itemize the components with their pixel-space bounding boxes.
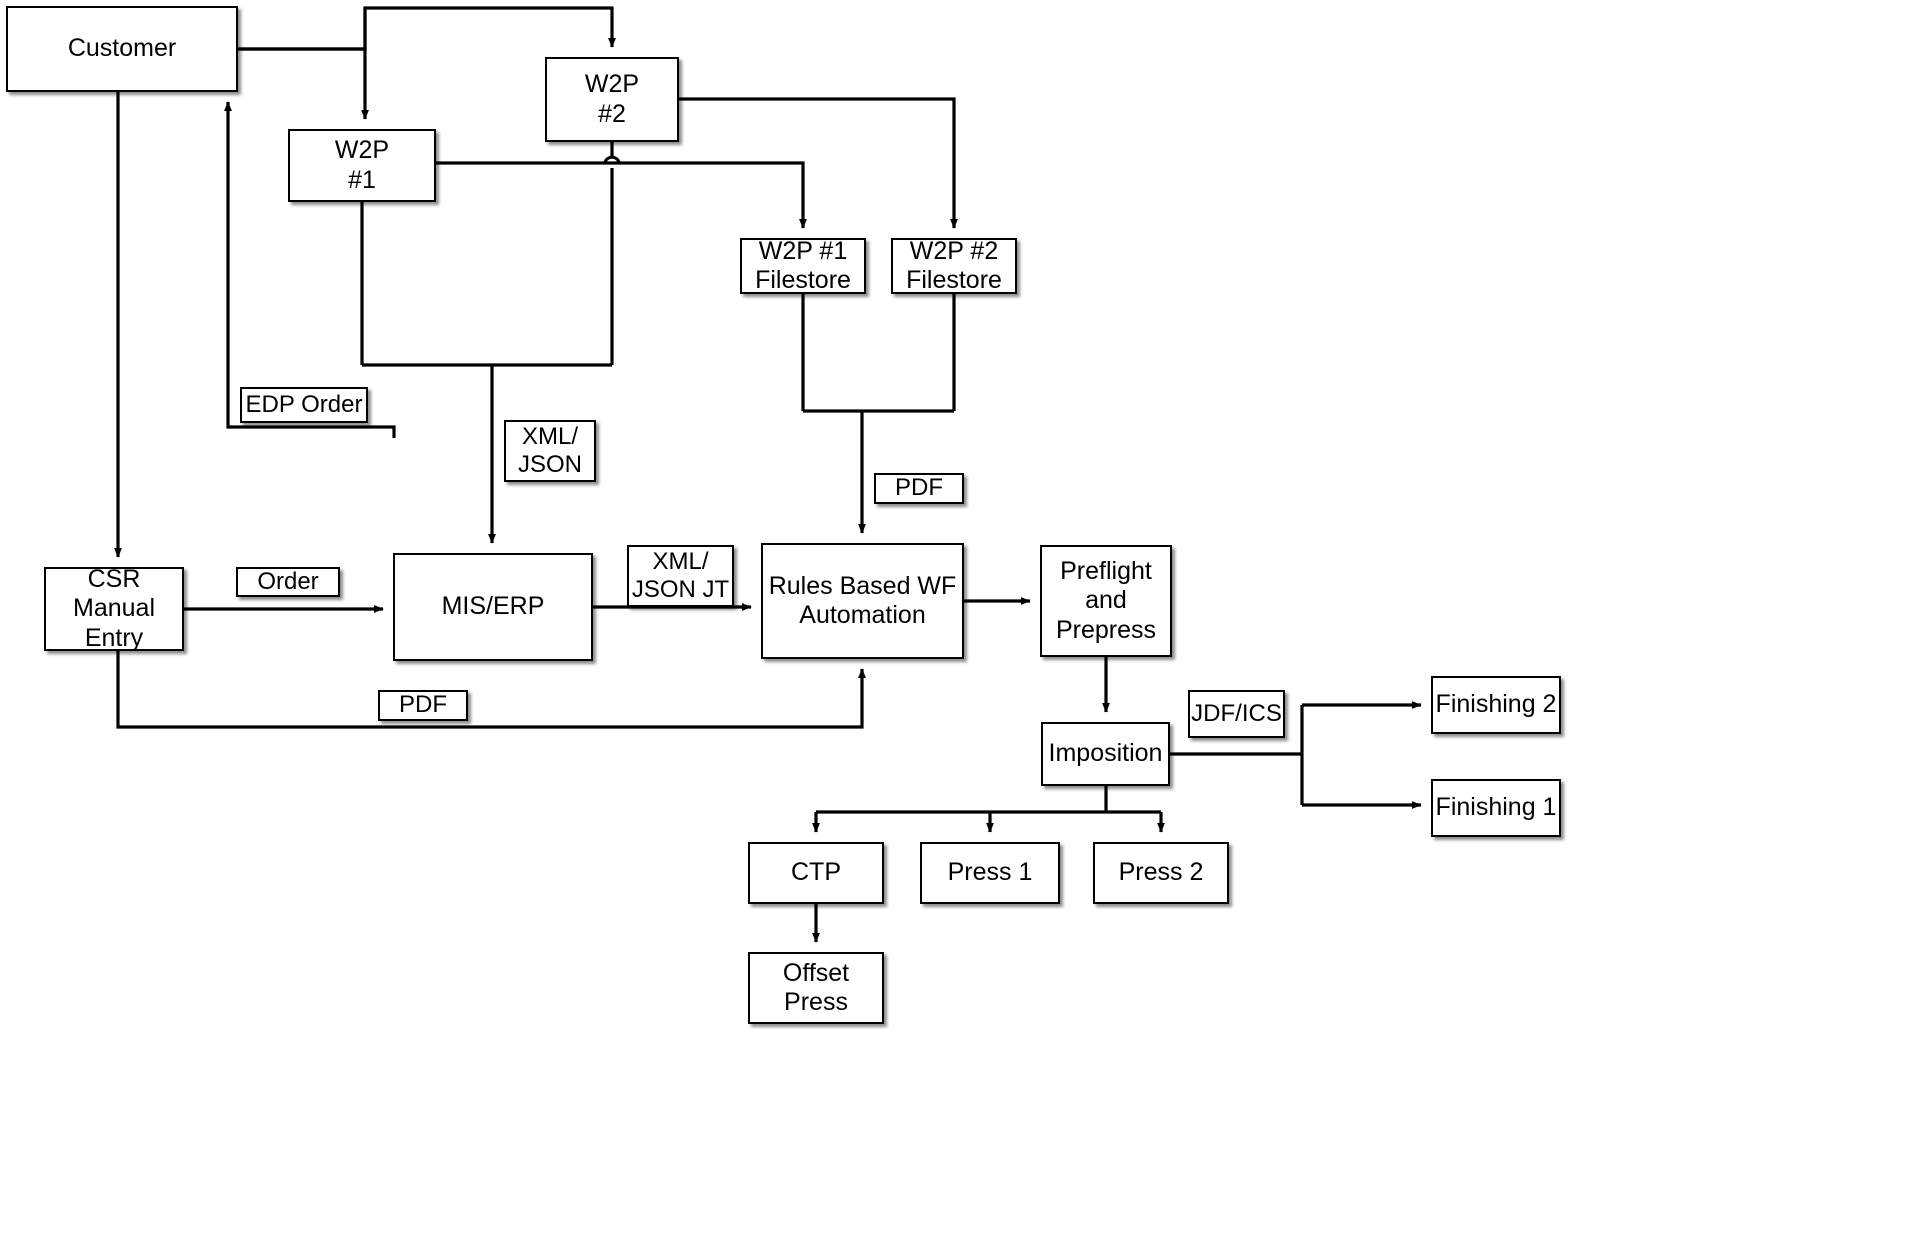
node-finishing-1[interactable]: Finishing 1 (1431, 779, 1561, 837)
node-rules-based-wf-automation-label: Rules Based WF Automation (768, 571, 957, 630)
edge-customer-to-w2p2 (238, 6, 616, 51)
node-offset-press[interactable]: Offset Press (748, 952, 884, 1024)
node-imposition-label: Imposition (1048, 739, 1163, 768)
node-press-2[interactable]: Press 2 (1093, 842, 1229, 904)
edge-label-edp-order: EDP Order (240, 387, 368, 423)
edge-label-order: Order (236, 567, 340, 597)
edge-label-xml-json-jt: XML/ JSON JT (627, 545, 734, 607)
edge-label-pdf-bottom: PDF (378, 690, 468, 721)
edge-w2p2-hop (603, 155, 621, 163)
node-w2p-2-filestore[interactable]: W2P #2 Filestore (891, 236, 1017, 295)
edge-w2p1-to-fs1 (436, 161, 807, 229)
edge-label-jdf-ics-text: JDF/ICS (1191, 699, 1282, 727)
edge-label-edp-order-text: EDP Order (245, 390, 363, 418)
node-preflight-and-prepress[interactable]: Preflight and Prepress (1040, 545, 1172, 657)
node-w2p-2-label: W2P #2 (584, 70, 640, 128)
node-imposition[interactable]: Imposition (1041, 722, 1170, 786)
workflow-diagram-canvas: Customer W2P #2 W2P #1 W2P #1 Filestore … (0, 0, 1920, 1256)
edge-label-pdf-top: PDF (874, 473, 964, 504)
node-w2p-2-filestore-label: W2P #2 Filestore (906, 236, 1002, 295)
node-rules-based-wf-automation[interactable]: Rules Based WF Automation (761, 543, 964, 659)
node-press-1[interactable]: Press 1 (920, 842, 1060, 904)
node-csr-manual-entry[interactable]: CSR Manual Entry (44, 564, 184, 652)
node-w2p-1-label: W2P #1 (334, 136, 390, 194)
node-finishing-1-label: Finishing 1 (1435, 793, 1557, 822)
edge-label-order-text: Order (257, 567, 319, 595)
edge-customer-to-w2p1 (238, 8, 367, 51)
node-w2p-1-filestore-label: W2P #1 Filestore (755, 236, 851, 295)
node-w2p-1[interactable]: W2P #1 (288, 129, 436, 202)
node-csr-manual-entry-label: CSR Manual Entry (73, 564, 155, 652)
node-preflight-and-prepress-label: Preflight and Prepress (1055, 556, 1157, 644)
edge-label-xml-json: XML/ JSON (504, 420, 596, 482)
edge-label-jdf-ics: JDF/ICS (1188, 690, 1285, 738)
node-w2p-1-filestore[interactable]: W2P #1 Filestore (740, 236, 866, 295)
edge-label-pdf-bottom-text: PDF (399, 691, 447, 719)
node-ctp[interactable]: CTP (748, 842, 884, 904)
node-press-1-label: Press 1 (947, 858, 1033, 887)
node-ctp-label: CTP (791, 858, 841, 887)
node-mis-erp[interactable]: MIS/ERP (393, 553, 593, 661)
node-press-2-label: Press 2 (1118, 858, 1204, 887)
edge-label-xml-json-jt-text: XML/ JSON JT (631, 547, 730, 603)
node-offset-press-label: Offset Press (782, 958, 850, 1017)
node-finishing-2[interactable]: Finishing 2 (1431, 676, 1561, 734)
node-customer-label: Customer (67, 34, 177, 63)
node-customer[interactable]: Customer (6, 6, 238, 92)
edge-csr-pdf-to-rules (116, 651, 866, 729)
node-mis-erp-label: MIS/ERP (441, 592, 545, 621)
edge-label-xml-json-text: XML/ JSON (517, 422, 582, 478)
node-w2p-2[interactable]: W2P #2 (545, 57, 679, 142)
node-finishing-2-label: Finishing 2 (1435, 690, 1557, 719)
edge-label-pdf-top-text: PDF (895, 474, 943, 502)
edge-w2p2-to-fs2 (679, 97, 958, 229)
